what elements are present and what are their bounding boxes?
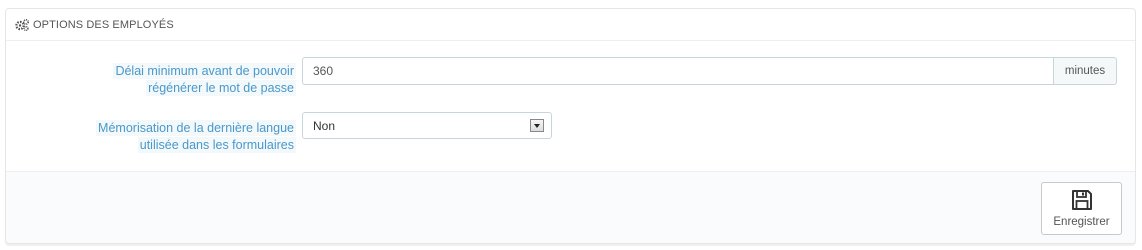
password-delay-input-group: 360 minutes <box>302 57 1117 85</box>
password-delay-input[interactable]: 360 <box>302 57 1053 85</box>
panel-heading: OPTIONS DES EMPLOYÉS <box>6 9 1135 41</box>
password-delay-row: Délai minimum avant de pouvoir régénérer… <box>6 57 1135 99</box>
panel-title: OPTIONS DES EMPLOYÉS <box>33 18 174 31</box>
cogs-icon <box>15 18 29 31</box>
employee-options-panel: OPTIONS DES EMPLOYÉS Délai minimum avant… <box>5 8 1136 244</box>
save-button[interactable]: Enregistrer <box>1041 182 1122 235</box>
remember-language-select[interactable]: Non <box>302 112 552 139</box>
remember-language-row: Mémorisation de la dernière langue utili… <box>6 112 1135 158</box>
panel-footer: Enregistrer <box>6 171 1135 243</box>
minutes-addon: minutes <box>1053 57 1117 85</box>
password-delay-label[interactable]: Délai minimum avant de pouvoir régénérer… <box>113 63 296 97</box>
save-label: Enregistrer <box>1053 216 1110 228</box>
remember-language-label[interactable]: Mémorisation de la dernière langue utili… <box>96 120 296 154</box>
chevron-down-icon[interactable] <box>530 119 544 132</box>
select-value: Non <box>313 118 336 133</box>
floppy-disk-icon <box>1071 190 1092 210</box>
